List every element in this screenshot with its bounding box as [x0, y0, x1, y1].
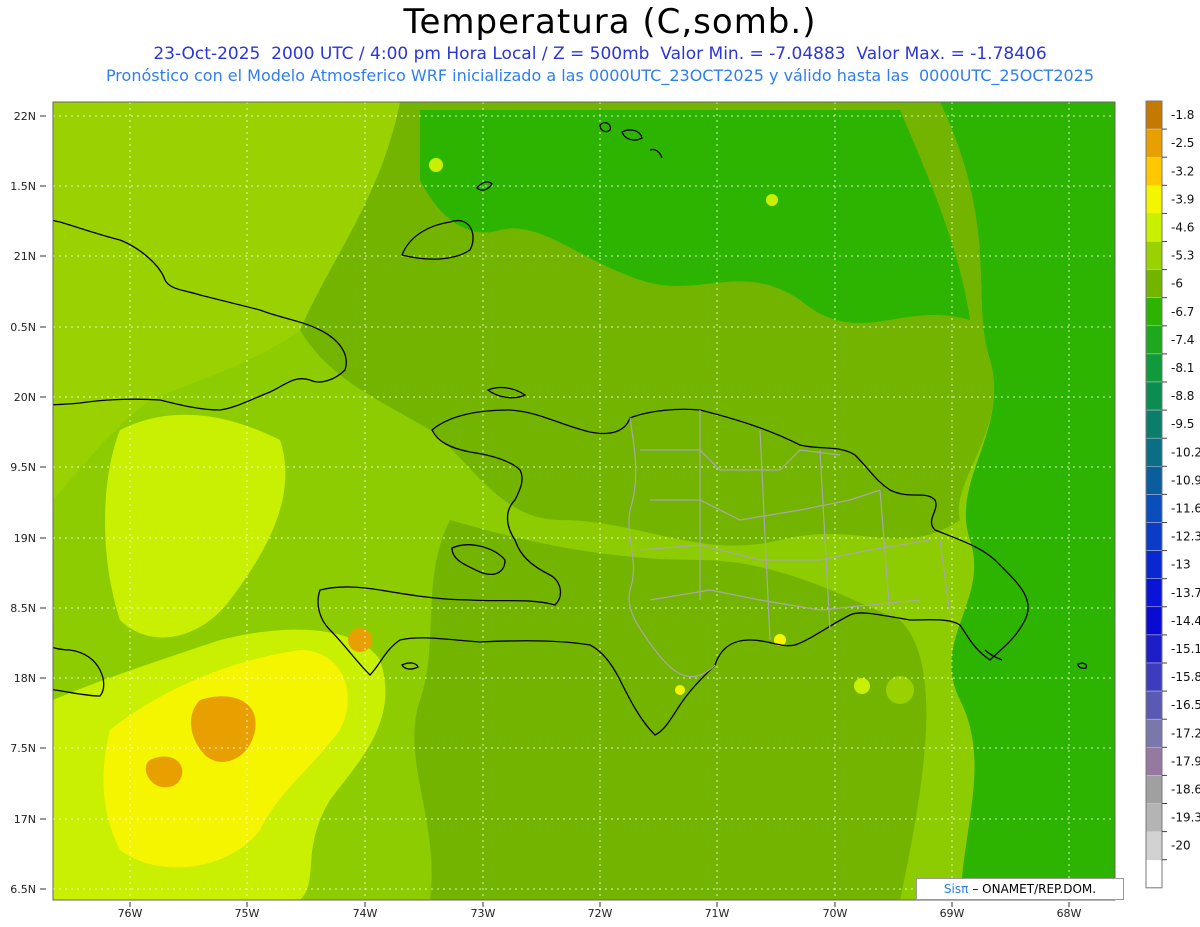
lon-label: 73W	[471, 907, 496, 920]
sispi-logo: Sisπ	[943, 882, 969, 896]
colorbar-label: -10.2	[1171, 445, 1200, 459]
lat-label: 21N	[14, 250, 36, 263]
colorbar-swatch	[1145, 634, 1163, 664]
colorbar-swatch	[1145, 409, 1163, 439]
colorbar-label: -13	[1171, 558, 1191, 572]
colorbar-swatch	[1145, 775, 1163, 804]
colorbar-swatch	[1145, 718, 1163, 748]
colorbar-swatch	[1145, 437, 1163, 467]
temperature-field	[53, 102, 1115, 900]
colorbar-swatch	[1145, 803, 1163, 832]
colorbar-swatch	[1145, 662, 1163, 692]
colorbar-label: -8.1	[1171, 361, 1194, 375]
colorbar-label: -3.9	[1171, 192, 1194, 206]
colorbar-swatch	[1145, 269, 1163, 298]
colorbar-label: -3.2	[1171, 164, 1194, 178]
colorbar-swatch	[1145, 100, 1163, 130]
colorbar-swatch	[1145, 213, 1163, 242]
colorbar-label: -4.6	[1171, 220, 1194, 234]
lon-label: 71W	[705, 907, 730, 920]
lat-label: 19N	[14, 532, 36, 545]
colorbar-swatch	[1145, 859, 1163, 889]
colorbar-swatch	[1145, 494, 1163, 523]
colorbar-swatch	[1145, 241, 1163, 270]
colorbar: -1.8 -2.5 -3.2 -3.9 -4.6 -5.3 -6 -6.7 -7.4 -8.1 -8…	[1145, 100, 1200, 889]
credit-box: Sisπ – ONAMET/REP.DOM.	[916, 878, 1124, 900]
lat-label: 9.5N	[10, 461, 36, 474]
colorbar-label: -17.9	[1171, 754, 1200, 768]
lat-label: 1.5N	[10, 180, 36, 193]
colorbar-label: -5.3	[1171, 249, 1194, 263]
lon-label: 70W	[823, 907, 848, 920]
colorbar-swatch	[1145, 381, 1163, 411]
colorbar-swatch	[1145, 606, 1163, 636]
lon-ticks	[129, 902, 1070, 907]
colorbar-label: -8.8	[1171, 389, 1194, 403]
colorbar-label: -6	[1171, 277, 1183, 291]
lat-label: 22N	[14, 110, 36, 123]
lon-label: 76W	[118, 907, 143, 920]
colorbar-label: -12.3	[1171, 530, 1200, 544]
lat-label: 20N	[14, 391, 36, 404]
colorbar-label: -18.6	[1171, 782, 1200, 796]
colorbar-label: -17.2	[1171, 726, 1200, 740]
colorbar-swatch	[1145, 747, 1163, 776]
lat-label: 6.5N	[10, 883, 36, 896]
colorbar-label: -9.5	[1171, 417, 1194, 431]
lon-label: 68W	[1057, 907, 1082, 920]
colorbar-label: -6.7	[1171, 305, 1194, 319]
colorbar-swatch	[1145, 185, 1163, 214]
colorbar-swatch	[1145, 156, 1163, 186]
colorbar-swatch	[1145, 578, 1163, 608]
colorbar-swatch	[1145, 550, 1163, 579]
colorbar-swatch	[1145, 325, 1163, 355]
lat-ticks	[40, 115, 46, 890]
lon-label: 72W	[588, 907, 613, 920]
colorbar-label: -10.9	[1171, 473, 1200, 487]
credit-text: – ONAMET/REP.DOM.	[972, 882, 1097, 896]
colorbar-label: -15.8	[1171, 670, 1200, 684]
lon-label: 69W	[940, 907, 965, 920]
lon-label: 74W	[353, 907, 378, 920]
colorbar-label: -14.4	[1171, 614, 1200, 628]
colorbar-swatch	[1145, 690, 1163, 720]
colorbar-label: -2.5	[1171, 136, 1194, 150]
colorbar-label: -13.7	[1171, 586, 1200, 600]
lon-axis: 76W 75W 74W 73W 72W 71W 70W 69W 68W	[118, 907, 1082, 920]
colorbar-label: -1.8	[1171, 108, 1194, 122]
lat-label: 17N	[14, 813, 36, 826]
lat-label: 0.5N	[10, 321, 36, 334]
lon-label: 75W	[235, 907, 260, 920]
colorbar-label: -16.5	[1171, 698, 1200, 712]
lat-label: 18N	[14, 672, 36, 685]
lat-axis: 22N 1.5N 21N 0.5N 20N 9.5N 19N 8.5N 18N …	[10, 110, 36, 896]
lat-label: 8.5N	[10, 602, 36, 615]
lat-label: 7.5N	[10, 742, 36, 755]
colorbar-swatch	[1145, 466, 1163, 495]
colorbar-swatch	[1145, 297, 1163, 327]
colorbar-swatch	[1145, 522, 1163, 551]
colorbar-label: -11.6	[1171, 501, 1200, 515]
colorbar-label: -19.3	[1171, 811, 1200, 825]
temperature-map: 22N 1.5N 21N 0.5N 20N 9.5N 19N 8.5N 18N …	[10, 100, 1200, 920]
colorbar-swatch	[1145, 128, 1163, 158]
colorbar-swatch	[1145, 353, 1163, 383]
colorbar-label: -7.4	[1171, 333, 1194, 347]
colorbar-label: -15.1	[1171, 642, 1200, 656]
colorbar-label: -20	[1171, 839, 1191, 853]
colorbar-swatch	[1145, 831, 1163, 860]
